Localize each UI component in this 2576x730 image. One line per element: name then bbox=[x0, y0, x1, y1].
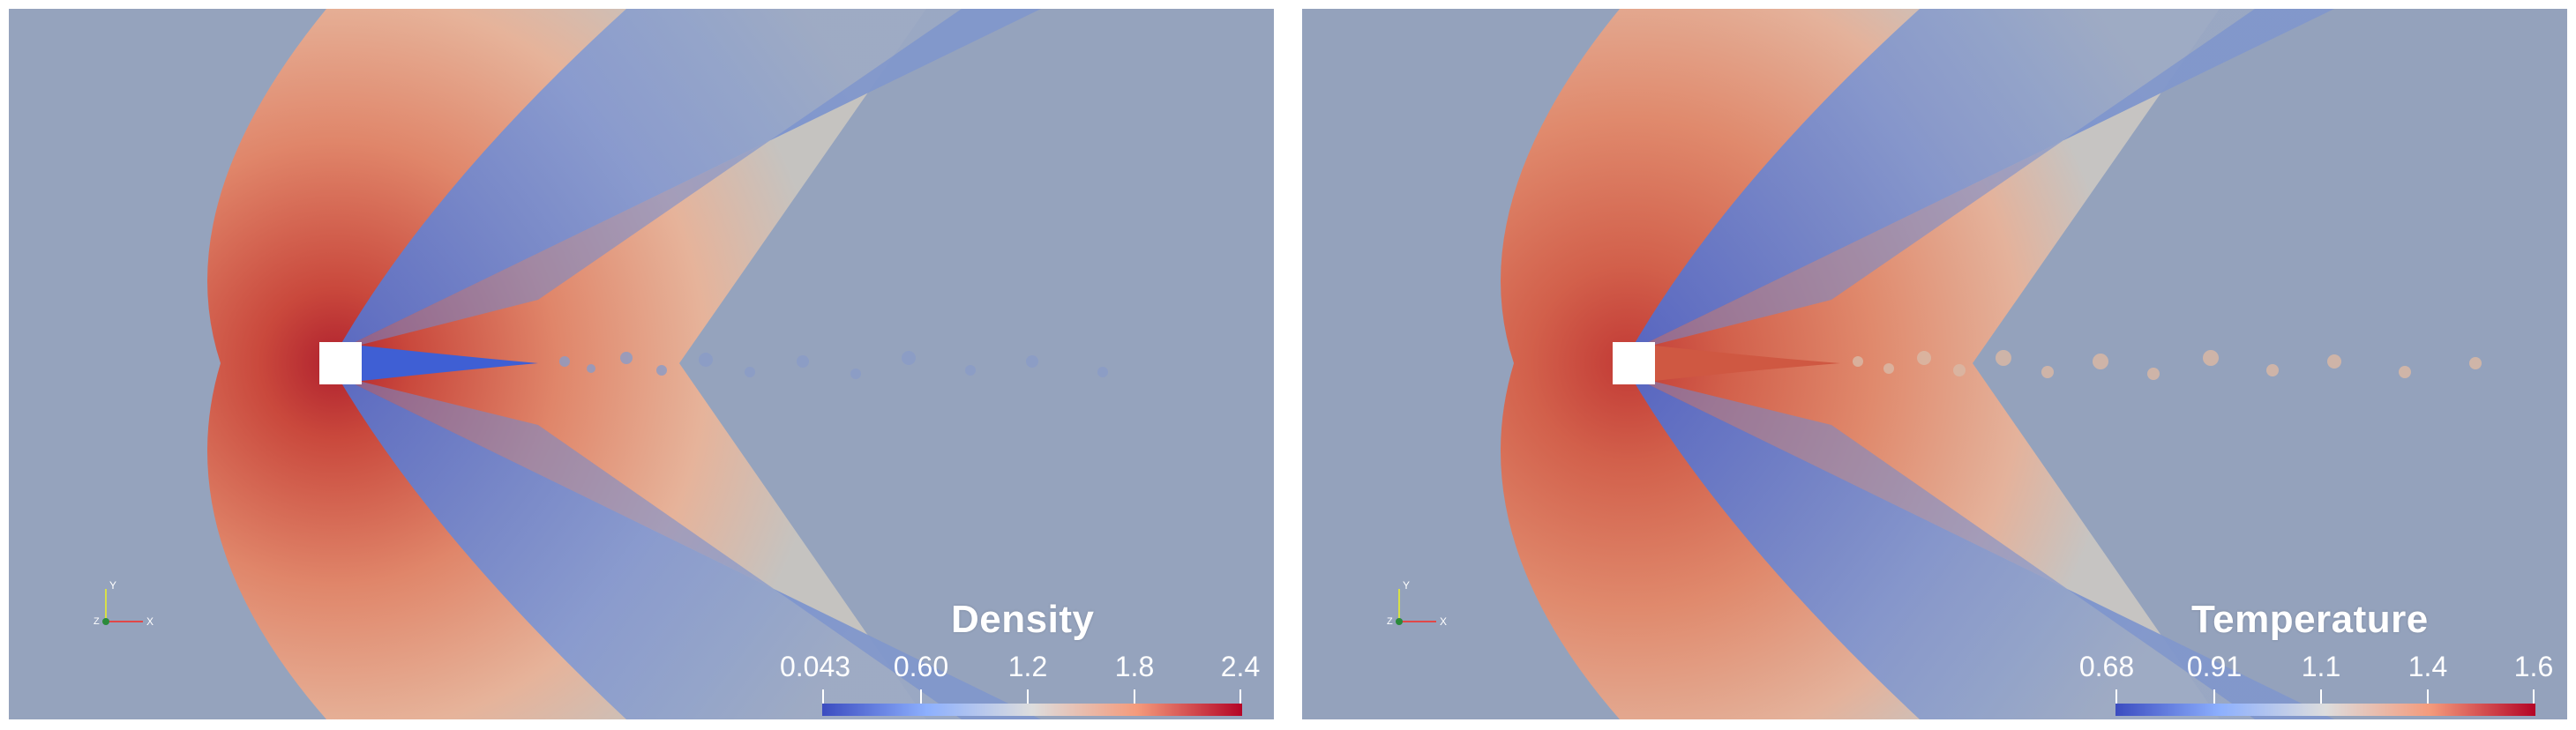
colorbar bbox=[822, 704, 1242, 716]
square-cylinder-body bbox=[319, 342, 362, 384]
axis-label-z: Z bbox=[94, 616, 100, 627]
axis-label-y: Y bbox=[1403, 579, 1410, 592]
axis-label-x: X bbox=[146, 615, 154, 628]
colorbar-title: Temperature bbox=[2191, 598, 2429, 641]
axis-label-x: X bbox=[1440, 615, 1447, 628]
orientation-axes-icon: Y Z X bbox=[1387, 579, 1447, 628]
axis-label-y: Y bbox=[109, 579, 116, 592]
colorbar-tick-label: 1.8 bbox=[1114, 651, 1155, 682]
temperature-plot-panel: Temperature 0.68 0.91 1.1 1.4 1.6 Y Z X bbox=[1302, 9, 2567, 719]
axis-label-z: Z bbox=[1387, 616, 1393, 627]
square-cylinder-body bbox=[1613, 342, 1655, 384]
colorbar-tick-label: 1.1 bbox=[2301, 651, 2341, 682]
colorbar-title: Density bbox=[951, 598, 1095, 641]
colorbar-tick-label: 0.043 bbox=[779, 651, 851, 682]
colorbar bbox=[2115, 704, 2535, 716]
colorbar-tick-label: 1.6 bbox=[2513, 651, 2554, 682]
colorbar-tick-label: 0.60 bbox=[893, 651, 949, 682]
density-plot-panel: Density 0.043 0.60 1.2 1.8 2.4 Y Z X bbox=[9, 9, 1274, 719]
colorbar-tick-label: 1.4 bbox=[2408, 651, 2448, 682]
colorbar-tick-label: 0.68 bbox=[2078, 651, 2135, 682]
orientation-axes-icon: Y Z X bbox=[94, 579, 154, 628]
colorbar-tick-label: 2.4 bbox=[1220, 651, 1261, 682]
colorbar-tick-label: 0.91 bbox=[2186, 651, 2243, 682]
colorbar-tick-label: 1.2 bbox=[1007, 651, 1048, 682]
